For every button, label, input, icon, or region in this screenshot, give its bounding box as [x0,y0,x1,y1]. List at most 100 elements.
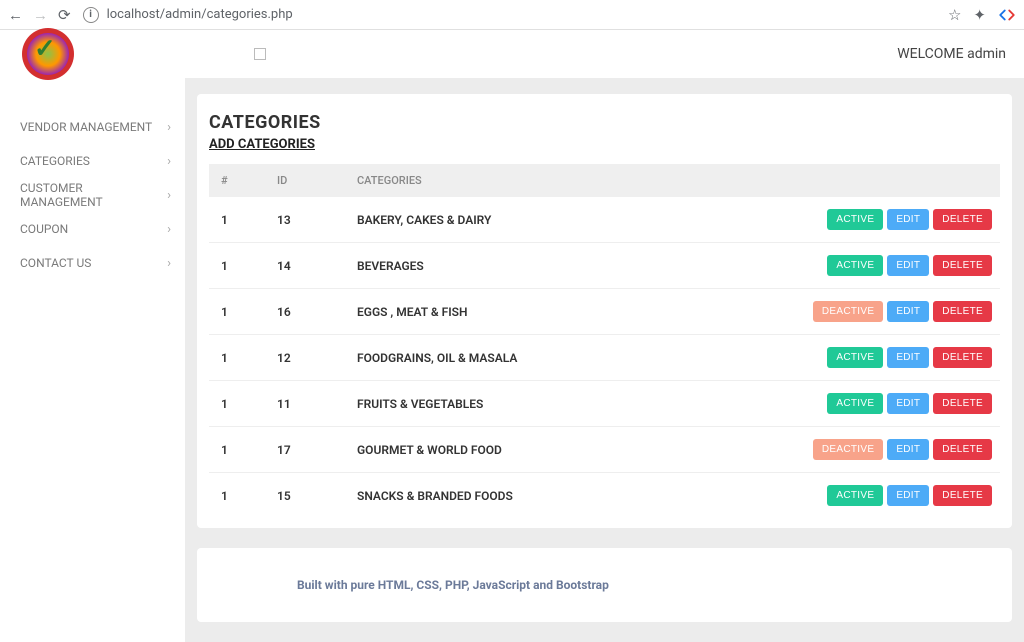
logo-check-icon: ✓ [34,34,56,64]
logo[interactable]: ✓ [22,28,74,80]
categories-card: CATEGORIES ADD CATEGORIES # ID CATEGORIE… [197,94,1012,528]
delete-button[interactable]: DELETE [933,209,992,230]
footer-text: Built with pure HTML, CSS, PHP, JavaScri… [217,578,992,592]
edit-button[interactable]: EDIT [887,439,929,460]
forward-icon[interactable]: → [33,6,48,24]
cell-actions: ACTIVEEDITDELETE [800,243,1000,289]
cell-id: 12 [269,335,349,381]
bookmark-icon[interactable]: ☆ [948,6,961,24]
cell-num: 1 [209,289,269,335]
table-row: 112FOODGRAINS, OIL & MASALAACTIVEEDITDEL… [209,335,1000,381]
cell-actions: DEACTIVEEDITDELETE [800,289,1000,335]
cell-actions: DEACTIVEEDITDELETE [800,427,1000,473]
sidebar-item-coupon[interactable]: COUPON › [20,212,185,246]
site-info-icon[interactable]: i [83,7,99,23]
edit-button[interactable]: EDIT [887,393,929,414]
status-button[interactable]: ACTIVE [827,209,883,230]
cell-num: 1 [209,381,269,427]
sidebar-item-label: CATEGORIES [20,154,90,168]
cell-id: 17 [269,427,349,473]
delete-button[interactable]: DELETE [933,393,992,414]
status-button[interactable]: ACTIVE [827,255,883,276]
delete-button[interactable]: DELETE [933,485,992,506]
edit-button[interactable]: EDIT [887,347,929,368]
sidebar-item-categories[interactable]: CATEGORIES › [20,144,185,178]
delete-button[interactable]: DELETE [933,255,992,276]
cell-name: FRUITS & VEGETABLES [349,381,800,427]
table-row: 113BAKERY, CAKES & DAIRYACTIVEEDITDELETE [209,197,1000,243]
col-id: ID [269,164,349,197]
table-row: 117GOURMET & WORLD FOODDEACTIVEEDITDELET… [209,427,1000,473]
table-row: 115SNACKS & BRANDED FOODSACTIVEEDITDELET… [209,473,1000,519]
dev-icon[interactable] [998,8,1016,22]
footer-card: Built with pure HTML, CSS, PHP, JavaScri… [197,548,1012,622]
sidebar: … VENDOR MANAGEMENT › CATEGORIES › CUSTO… [0,78,185,642]
menu-toggle-icon[interactable] [254,48,266,60]
back-icon[interactable]: ← [8,6,23,24]
sidebar-item-label: VENDOR MANAGEMENT [20,120,152,134]
sidebar-item-contact[interactable]: CONTACT US › [20,246,185,280]
chevron-right-icon: › [167,154,171,169]
table-row: 114BEVERAGESACTIVEEDITDELETE [209,243,1000,289]
cell-name: EGGS , MEAT & FISH [349,289,800,335]
cell-num: 1 [209,427,269,473]
table-row: 111FRUITS & VEGETABLESACTIVEEDITDELETE [209,381,1000,427]
reload-icon[interactable]: ⟳ [58,6,71,24]
edit-button[interactable]: EDIT [887,255,929,276]
extensions-icon[interactable]: ✦ [973,6,986,24]
cell-actions: ACTIVEEDITDELETE [800,473,1000,519]
status-button[interactable]: DEACTIVE [813,301,883,322]
cell-num: 1 [209,197,269,243]
cell-num: 1 [209,473,269,519]
cell-num: 1 [209,243,269,289]
col-cat: CATEGORIES [349,164,800,197]
edit-button[interactable]: EDIT [887,209,929,230]
sidebar-item-vendor[interactable]: VENDOR MANAGEMENT › [20,110,185,144]
status-button[interactable]: DEACTIVE [813,439,883,460]
col-num: # [209,164,269,197]
status-button[interactable]: ACTIVE [827,393,883,414]
col-actions [800,164,1000,197]
table-row: 116EGGS , MEAT & FISHDEACTIVEEDITDELETE [209,289,1000,335]
browser-bar: ← → ⟳ i localhost/admin/categories.php ☆… [0,0,1024,30]
cell-name: SNACKS & BRANDED FOODS [349,473,800,519]
sidebar-item-label: CONTACT US [20,256,91,270]
chevron-right-icon: › [167,222,171,237]
cell-name: GOURMET & WORLD FOOD [349,427,800,473]
cell-actions: ACTIVEEDITDELETE [800,381,1000,427]
delete-button[interactable]: DELETE [933,301,992,322]
delete-button[interactable]: DELETE [933,439,992,460]
cell-name: BAKERY, CAKES & DAIRY [349,197,800,243]
cell-id: 16 [269,289,349,335]
sidebar-item-label: COUPON [20,222,68,236]
cell-id: 14 [269,243,349,289]
chevron-right-icon: › [167,188,171,203]
status-button[interactable]: ACTIVE [827,485,883,506]
cell-id: 11 [269,381,349,427]
edit-button[interactable]: EDIT [887,485,929,506]
sidebar-item-customer[interactable]: CUSTOMER MANAGEMENT › [20,178,185,212]
sidebar-item-label: CUSTOMER MANAGEMENT [20,181,167,209]
browser-nav: ← → ⟳ [8,6,71,24]
cell-actions: ACTIVEEDITDELETE [800,335,1000,381]
cell-id: 15 [269,473,349,519]
welcome-text: WELCOME admin [897,46,1006,62]
url-text: localhost/admin/categories.php [107,7,293,22]
browser-right: ☆ ✦ [948,6,1016,24]
cell-num: 1 [209,335,269,381]
chevron-right-icon: › [167,256,171,271]
address-bar[interactable]: i localhost/admin/categories.php [83,7,936,23]
cell-actions: ACTIVEEDITDELETE [800,197,1000,243]
topbar: ✓ WELCOME admin [0,30,1024,78]
cell-name: FOODGRAINS, OIL & MASALA [349,335,800,381]
sidebar-item-cut: … [20,90,185,98]
categories-table: # ID CATEGORIES 113BAKERY, CAKES & DAIRY… [209,164,1000,518]
status-button[interactable]: ACTIVE [827,347,883,368]
page-title: CATEGORIES [209,112,1000,133]
main-content: CATEGORIES ADD CATEGORIES # ID CATEGORIE… [185,78,1024,642]
cell-name: BEVERAGES [349,243,800,289]
cell-id: 13 [269,197,349,243]
delete-button[interactable]: DELETE [933,347,992,368]
edit-button[interactable]: EDIT [887,301,929,322]
add-categories-link[interactable]: ADD CATEGORIES [209,137,315,152]
